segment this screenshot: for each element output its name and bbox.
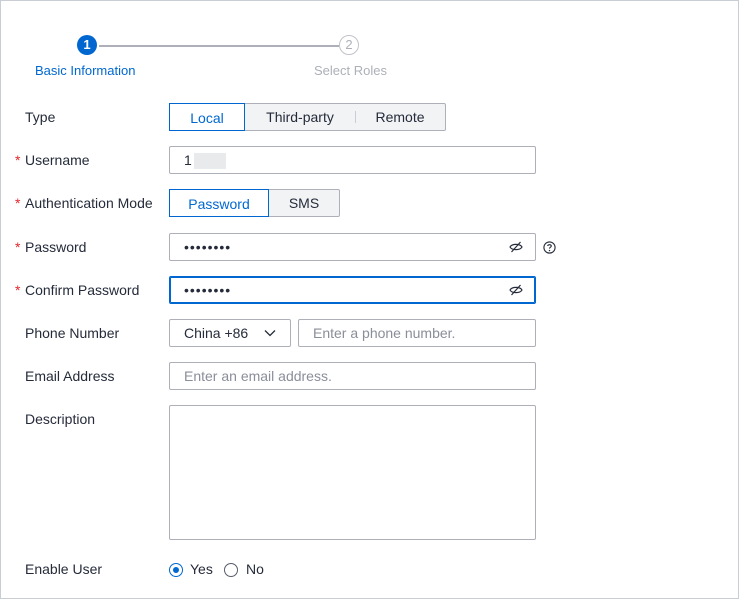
auth-mode-segmented-control: Password SMS: [169, 189, 340, 217]
confirm-password-value: ••••••••: [184, 282, 232, 298]
type-option-third-party[interactable]: Third-party: [245, 104, 355, 130]
type-option-local[interactable]: Local: [169, 103, 245, 131]
required-marker: *: [15, 195, 21, 211]
enable-user-label: Enable User: [25, 561, 103, 577]
username-input[interactable]: 1: [169, 146, 536, 174]
username-value: 1: [184, 152, 192, 168]
enable-user-yes-radio[interactable]: [169, 563, 183, 577]
enable-user-no-radio[interactable]: [224, 563, 238, 577]
eye-off-icon[interactable]: [509, 240, 523, 254]
confirm-password-input[interactable]: ••••••••: [169, 276, 536, 304]
create-user-dialog: 1 2 Basic Information Select Roles Type …: [0, 0, 739, 599]
phone-number-input[interactable]: Enter a phone number.: [298, 319, 536, 347]
type-label: Type: [25, 109, 56, 125]
password-value: ••••••••: [184, 239, 232, 255]
chevron-down-icon: [264, 330, 276, 337]
step-1-indicator: 1: [77, 35, 97, 55]
description-textarea[interactable]: [169, 405, 536, 540]
auth-mode-label: Authentication Mode: [25, 195, 153, 211]
required-marker: *: [15, 239, 21, 255]
required-marker: *: [15, 152, 21, 168]
email-address-label: Email Address: [25, 368, 115, 384]
confirm-password-label: Confirm Password: [25, 282, 140, 298]
required-marker: *: [15, 282, 21, 298]
email-address-input[interactable]: Enter an email address.: [169, 362, 536, 390]
step-2-label: Select Roles: [314, 63, 387, 78]
email-address-placeholder: Enter an email address.: [184, 368, 332, 384]
step-2-indicator: 2: [339, 35, 359, 55]
description-label: Description: [25, 411, 96, 427]
country-code-select[interactable]: China +86: [169, 319, 291, 347]
type-segmented-control: Local Third-party Remote: [169, 103, 446, 131]
auth-mode-option-password[interactable]: Password: [169, 189, 269, 217]
stepper-line: [99, 45, 339, 47]
question-circle-icon[interactable]: [543, 241, 556, 254]
eye-off-icon[interactable]: [509, 283, 523, 297]
auth-mode-option-sms[interactable]: SMS: [269, 190, 339, 216]
phone-number-placeholder: Enter a phone number.: [313, 325, 456, 341]
type-option-remote[interactable]: Remote: [356, 104, 444, 130]
enable-user-no-label[interactable]: No: [246, 561, 264, 577]
password-label: Password: [25, 239, 87, 255]
username-label: Username: [25, 152, 90, 168]
password-input[interactable]: ••••••••: [169, 233, 536, 261]
country-code-value: China +86: [184, 325, 249, 341]
enable-user-yes-label[interactable]: Yes: [190, 561, 213, 577]
phone-number-label: Phone Number: [25, 325, 120, 341]
redacted-mask: [193, 153, 226, 170]
step-1-label: Basic Information: [35, 63, 136, 78]
